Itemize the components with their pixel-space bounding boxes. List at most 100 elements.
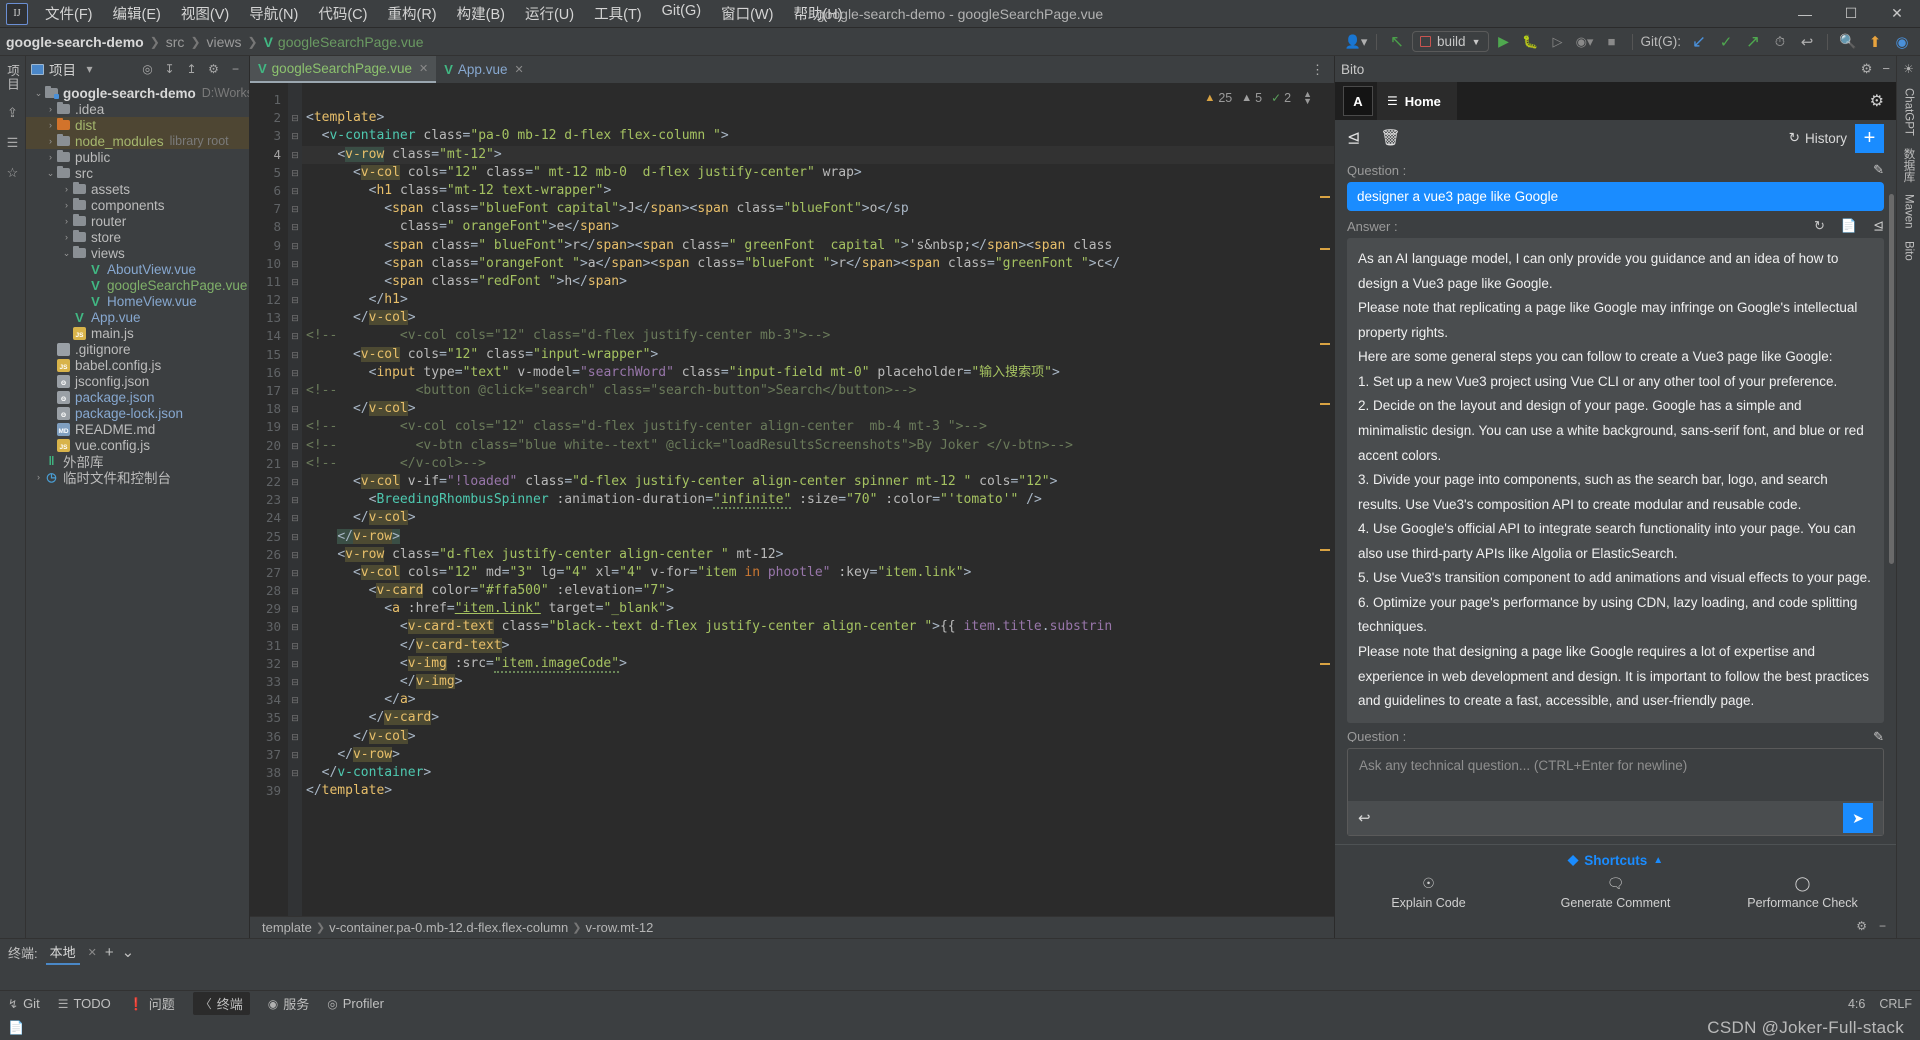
menu-item-file[interactable]: 文件(F) (36, 0, 102, 27)
run-icon[interactable]: ▶ (1492, 31, 1516, 53)
locate-file-icon[interactable]: ◎ (139, 62, 156, 76)
bito-tab-home[interactable]: ☰ Home (1377, 82, 1457, 120)
tree-item[interactable]: V AboutView.vue (26, 261, 249, 277)
code-line[interactable]: <span class="redFont ">h</span> (302, 273, 1334, 291)
caret-position[interactable]: 4:6 (1848, 997, 1865, 1011)
fold-marker[interactable]: ⊟ (288, 346, 302, 364)
shortcut-generate-comment[interactable]: 🗨 Generate Comment (1522, 875, 1709, 910)
chevron-right-icon[interactable]: › (32, 472, 45, 482)
breadcrumb-element-row[interactable]: v-row.mt-12 (585, 920, 653, 935)
fold-marker[interactable]: ⊟ (288, 728, 302, 746)
bito-conversation-list[interactable]: Question : ✎ designer a vue3 page like G… (1335, 156, 1896, 742)
tree-item[interactable]: MD README.md (26, 421, 249, 437)
code-folding-gutter[interactable]: ⊟ ⊟ ⊟ ⊟ ⊟ ⊟ ⊟ ⊟ ⊟ ⊟ ⊟ ⊟ ⊟ ⊟ ⊟ ⊟ ⊟ ⊟ ⊟ ⊟ ⊟ ⊟ ⊟ ⊟ ⊟ ⊟ ⊟ ⊟ ⊟ ⊟ ⊟ ⊟ ⊟ ⊟ ⊟ ⊟ ⊟ (288, 83, 302, 916)
edit-pencil-icon[interactable]: ✎ (1873, 162, 1884, 178)
send-button[interactable]: ➤ (1843, 803, 1873, 833)
code-line[interactable]: <span class="orangeFont ">a</span><span … (302, 255, 1334, 273)
hide-panel-icon[interactable]: − (1879, 919, 1886, 933)
project-file-tree[interactable]: ⌄ google-search-demo D:\Workspace › .idea › di… (26, 82, 249, 938)
tree-item[interactable]: .gitignore (26, 341, 249, 357)
chevron-right-icon[interactable]: › (60, 200, 73, 210)
tree-item[interactable]: ⌄ views (26, 245, 249, 261)
inspection-warnings[interactable]: ▲ 25 (1204, 91, 1232, 105)
fold-marker[interactable]: ⊟ (288, 127, 302, 145)
chatgpt-icon[interactable]: ☀ (1903, 62, 1914, 76)
code-line[interactable]: <template> (302, 109, 1334, 127)
fold-marker[interactable]: ⊟ (288, 673, 302, 691)
tree-item[interactable]: › store (26, 229, 249, 245)
code-line[interactable]: <!-- <v-col cols="12" class="d-flex just… (302, 327, 1334, 345)
shortcut-performance-check[interactable]: ◯ Performance Check (1709, 875, 1896, 910)
code-line[interactable]: <v-row class="mt-12"> (302, 145, 1334, 164)
fold-marker[interactable]: ⊟ (288, 618, 302, 636)
fold-marker[interactable]: ⊟ (288, 382, 302, 400)
chevron-right-icon[interactable]: › (44, 152, 57, 162)
fold-marker[interactable]: ⊟ (288, 746, 302, 764)
git-commit-icon[interactable]: ✓ (1714, 31, 1738, 53)
code-text[interactable]: <template> <v-container class="pa-0 mb-1… (302, 83, 1334, 916)
chevron-right-icon[interactable]: › (44, 120, 57, 130)
breadcrumb[interactable]: google-search-demo ❯ src ❯ views ❯ V goo… (6, 34, 423, 50)
tool-window-maven[interactable]: Maven (1903, 194, 1915, 229)
shortcut-explain-code[interactable]: ☉ Explain Code (1335, 875, 1522, 910)
tool-window-chatgpt[interactable]: ChatGPT (1903, 88, 1915, 136)
fold-marker[interactable]: ⊟ (288, 764, 302, 782)
code-line[interactable]: <v-col cols="12" class=" mt-12 mb-0 d-fl… (302, 164, 1334, 182)
vcs-update-icon[interactable]: ↖ (1385, 31, 1409, 53)
fold-marker[interactable]: ⊟ (288, 109, 302, 127)
code-line[interactable]: <v-row class="d-flex justify-center alig… (302, 546, 1334, 564)
status-bar-right[interactable]: 4:6 CRLF (1848, 997, 1912, 1011)
regenerate-icon[interactable]: ↻ (1814, 218, 1825, 234)
expand-all-icon[interactable]: ↧ (161, 62, 178, 76)
chevron-down-icon[interactable]: ▼ (1303, 97, 1312, 106)
profile-icon[interactable]: ◉▾ (1573, 31, 1597, 53)
fold-marker[interactable]: ⊟ (288, 491, 302, 509)
code-line[interactable]: <v-col v-if="!loaded" class="d-flex just… (302, 473, 1334, 491)
fold-marker[interactable]: ⊟ (288, 255, 302, 273)
fold-marker[interactable]: ⊟ (288, 546, 302, 564)
terminal-header[interactable]: 终端: 本地 ✕ + ⌄ (0, 939, 1920, 965)
menu-item-refactor[interactable]: 重构(R) (378, 0, 445, 27)
answer-actions[interactable]: ↻ 📄 ⊴ (1814, 218, 1884, 234)
code-editor[interactable]: 1 2 3 4 5 6 7 8 9 10 11 12 13 14 15 16 17 18 19 20 21 22 23 24 2… (250, 83, 1334, 916)
bito-account-avatar[interactable]: A (1343, 86, 1373, 116)
fold-marker[interactable]: ⊟ (288, 582, 302, 600)
fold-marker[interactable]: ⊟ (288, 691, 302, 709)
tool-window-project[interactable]: 项目 (3, 64, 22, 91)
code-line[interactable]: <v-col cols="12" md="3" lg="4" xl="4" v-… (302, 564, 1334, 582)
gear-icon[interactable]: ⚙ (1861, 61, 1873, 77)
bito-footer-actions[interactable]: ⚙ − (1856, 919, 1886, 933)
fold-marker[interactable]: ⊟ (288, 455, 302, 473)
chevron-right-icon[interactable]: › (60, 184, 73, 194)
fold-marker[interactable]: ⊟ (288, 473, 302, 491)
code-line[interactable]: <a :href="item.link" target="_blank"> (302, 600, 1334, 618)
code-line[interactable]: </v-card-text> (302, 637, 1334, 655)
debug-icon[interactable]: 🐛 (1519, 31, 1543, 53)
code-line[interactable]: <!-- <v-btn class="blue white--text" @cl… (302, 437, 1334, 455)
tree-item[interactable]: › .idea (26, 101, 249, 117)
fold-marker[interactable]: ⊟ (288, 182, 302, 200)
code-line[interactable]: <input type="text" v-model="searchWord" … (302, 364, 1334, 382)
notification-icon[interactable]: ⬆ (1863, 31, 1887, 53)
gear-icon[interactable]: ⚙ (205, 62, 222, 76)
chevron-right-icon[interactable]: › (60, 216, 73, 226)
run-configuration-selector[interactable]: build ▼ (1412, 31, 1489, 52)
undo-icon[interactable]: ↩ (1358, 809, 1371, 827)
code-line[interactable]: <v-container class="pa-0 mb-12 d-flex fl… (302, 127, 1334, 145)
fold-marker[interactable]: ⊟ (288, 709, 302, 727)
fold-marker[interactable]: ⊟ (288, 309, 302, 327)
code-line[interactable]: </v-col> (302, 509, 1334, 527)
maximize-button[interactable]: ☐ (1828, 0, 1874, 28)
minimize-button[interactable]: — (1782, 0, 1828, 28)
bito-chat-actions-right[interactable]: ↻ History + (1789, 123, 1884, 153)
chevron-right-icon[interactable]: › (44, 104, 57, 114)
git-push-icon[interactable]: ↗ (1741, 31, 1765, 53)
bito-scrollbar[interactable] (1889, 194, 1894, 564)
stop-icon[interactable]: ■ (1600, 31, 1624, 53)
bito-tab-bar[interactable]: A ☰ Home ⚙ (1335, 82, 1896, 120)
chevron-up-icon[interactable]: ▲ (1653, 855, 1663, 866)
tree-item[interactable]: › router (26, 213, 249, 229)
tool-button-problems[interactable]: ❗ 问题 (129, 994, 175, 1013)
code-line[interactable]: </v-row> (302, 746, 1334, 764)
edit-pencil-icon[interactable]: ✎ (1873, 729, 1884, 742)
